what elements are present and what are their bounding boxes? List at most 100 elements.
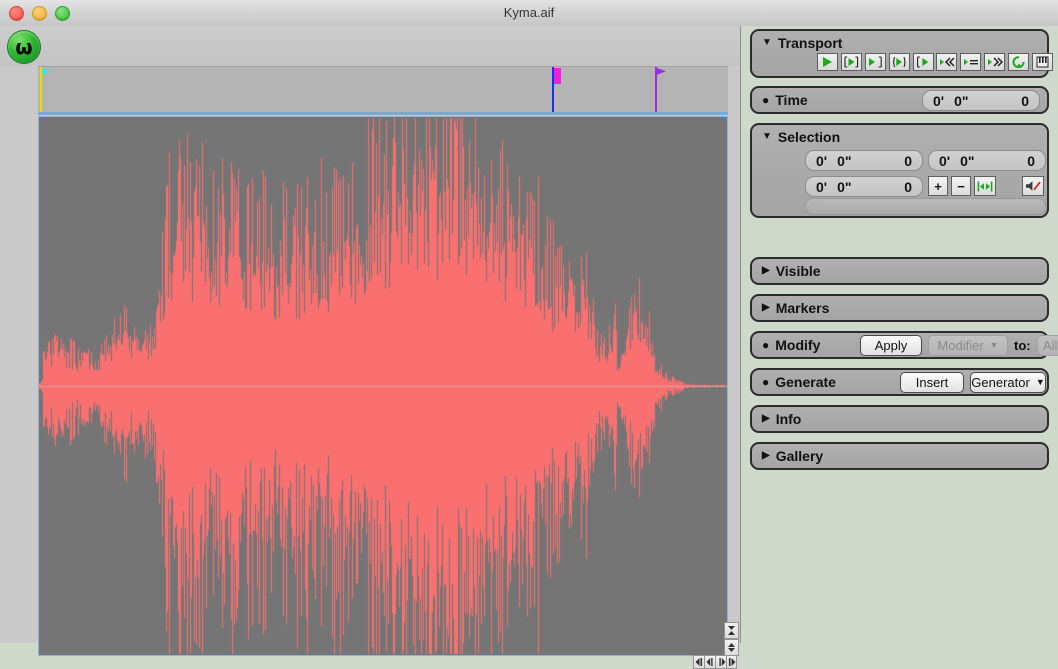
gallery-section: ▶ Gallery — [750, 442, 1049, 470]
sel-dur-seconds: 0" — [837, 179, 851, 195]
generate-section: ● Generate Insert Generator ▼ — [750, 368, 1049, 396]
disclosure-triangle-icon: ▼ — [762, 132, 772, 142]
rewind-button[interactable] — [936, 53, 957, 71]
play-pause-button[interactable] — [960, 53, 981, 71]
transport-nav-buttons — [936, 53, 1053, 71]
visible-title: Visible — [776, 259, 821, 283]
generator-dropdown[interactable]: Generator ▼ — [970, 372, 1046, 393]
mute-speaker-icon — [1025, 180, 1041, 192]
waveform-view[interactable] — [38, 116, 728, 656]
ruler-baseline — [38, 112, 728, 115]
chevron-down-icon: ▼ — [990, 341, 999, 350]
time-seconds: 0" — [954, 93, 968, 109]
selection-end-field[interactable]: 0' 0" 0 — [928, 150, 1046, 171]
time-title: Time — [775, 88, 807, 112]
time-samples: 0 — [1021, 93, 1029, 109]
sel-dur-minutes: 0' — [816, 179, 827, 195]
disclosure-triangle-icon: ▶ — [762, 266, 770, 276]
disclosure-triangle-icon: ▼ — [762, 38, 772, 48]
info-title: Info — [776, 407, 802, 431]
marker-ruler[interactable] — [38, 66, 728, 115]
omega-glyph: ω — [15, 37, 32, 57]
step-back-button[interactable] — [704, 655, 715, 669]
apply-button[interactable]: Apply — [860, 335, 922, 356]
play-selection-button[interactable] — [841, 53, 862, 71]
modifier-label: Modifier — [937, 338, 983, 353]
navigation-buttons — [693, 655, 739, 669]
bullet-icon: ● — [762, 376, 769, 388]
selection-start-field[interactable]: 0' 0" 0 — [805, 150, 923, 171]
increase-selection-button[interactable]: + — [928, 176, 948, 196]
go-to-start-button[interactable] — [693, 655, 704, 669]
visible-section: ▶ Visible — [750, 257, 1049, 285]
play-around-selection-button[interactable] — [889, 53, 910, 71]
gallery-header[interactable]: ▶ Gallery — [752, 444, 1047, 468]
generate-controls: Insert Generator ▼ — [900, 372, 1046, 393]
fast-forward-button[interactable] — [984, 53, 1005, 71]
disclosure-triangle-icon: ▶ — [762, 414, 770, 424]
audio-editor-window: Kyma.aif ω — [0, 0, 1058, 643]
inspector-panel: ▼ Transport — [741, 26, 1058, 643]
info-section: ▶ Info — [750, 405, 1049, 433]
insert-label: Insert — [916, 375, 949, 390]
info-header[interactable]: ▶ Info — [752, 407, 1047, 431]
scope-dropdown[interactable]: All ▼ — [1037, 335, 1058, 356]
plus-icon: + — [934, 180, 942, 193]
toolbar-strip: ω — [0, 26, 740, 66]
keyboard-button[interactable] — [1032, 53, 1053, 71]
chevron-down-icon: ▼ — [1036, 378, 1045, 387]
sel-end-minutes: 0' — [939, 153, 950, 169]
transport-title: Transport — [778, 31, 843, 55]
waveform-canvas[interactable] — [39, 117, 727, 655]
loop-button[interactable] — [1008, 53, 1029, 71]
markers-title: Markers — [776, 296, 830, 320]
markers-section: ▶ Markers — [750, 294, 1049, 322]
visible-header[interactable]: ▶ Visible — [752, 259, 1047, 283]
play-button[interactable] — [817, 53, 838, 71]
scope-label: All — [1043, 338, 1057, 353]
mute-selection-button[interactable] — [1022, 176, 1044, 196]
play-to-selection-start-button[interactable] — [865, 53, 886, 71]
document-pane: ω — [0, 26, 741, 643]
sel-start-seconds: 0" — [837, 153, 851, 169]
generate-title: Generate — [775, 370, 836, 394]
window-titlebar: Kyma.aif — [0, 0, 1058, 27]
decrease-selection-button[interactable]: − — [951, 176, 971, 196]
fit-selection-button[interactable] — [974, 176, 996, 196]
disclosure-triangle-icon: ▶ — [762, 303, 770, 313]
go-to-end-button[interactable] — [726, 655, 737, 669]
selection-duration-field[interactable]: 0' 0" 0 — [805, 176, 923, 197]
sel-end-seconds: 0" — [960, 153, 974, 169]
kyma-omega-logo-icon[interactable]: ω — [7, 30, 41, 64]
fit-selection-icon — [977, 181, 993, 192]
markers-header[interactable]: ▶ Markers — [752, 296, 1047, 320]
vertical-zoom-controls — [724, 622, 739, 656]
time-minutes: 0' — [933, 93, 944, 109]
transport-section: ▼ Transport — [750, 29, 1049, 78]
to-label: to: — [1014, 338, 1031, 353]
time-section: ● Time 0' 0" 0 — [750, 86, 1049, 114]
time-value-field[interactable]: 0' 0" 0 — [922, 90, 1040, 111]
insert-button[interactable]: Insert — [900, 372, 964, 393]
selection-title: Selection — [778, 125, 840, 149]
zoom-expand-button[interactable] — [724, 639, 739, 656]
gallery-title: Gallery — [776, 444, 823, 468]
transport-play-buttons — [817, 53, 934, 71]
modify-section: ● Modify Apply Modifier ▼ to: All ▼ — [750, 331, 1049, 359]
sel-dur-samples: 0 — [904, 179, 912, 195]
selection-section: ▼ Selection 0' 0" 0 0' 0" 0 0' 0" 0 + — [750, 123, 1049, 218]
bullet-icon: ● — [762, 94, 769, 106]
generator-label: Generator — [971, 375, 1030, 390]
step-forward-button[interactable] — [715, 655, 726, 669]
zoom-collapse-button[interactable] — [724, 622, 739, 639]
modifier-dropdown[interactable]: Modifier ▼ — [928, 335, 1008, 356]
bullet-icon: ● — [762, 339, 769, 351]
window-title: Kyma.aif — [0, 0, 1058, 26]
selection-header[interactable]: ▼ Selection — [752, 125, 1047, 149]
play-from-selection-end-button[interactable] — [913, 53, 934, 71]
sel-end-samples: 0 — [1027, 153, 1035, 169]
sel-start-minutes: 0' — [816, 153, 827, 169]
modify-controls: Apply Modifier ▼ to: All ▼ — [860, 335, 1058, 356]
apply-label: Apply — [875, 338, 908, 353]
transport-header[interactable]: ▼ Transport — [752, 31, 1047, 55]
